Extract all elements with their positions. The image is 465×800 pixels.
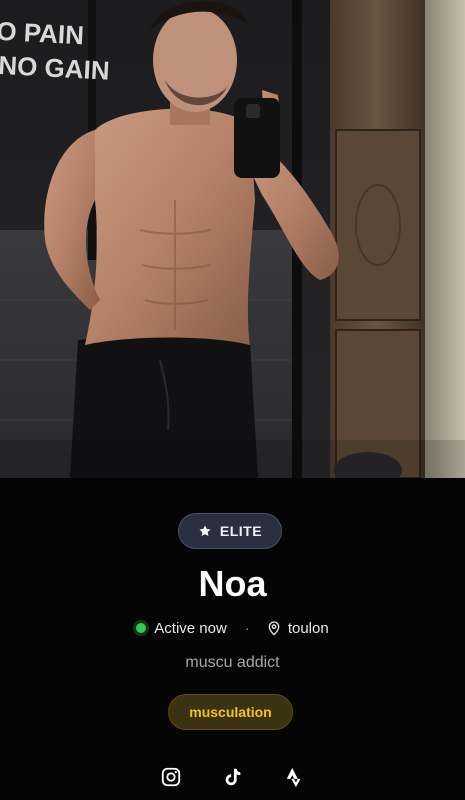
status-label: Active now [154, 619, 227, 637]
elite-badge: ELITE [178, 513, 282, 549]
profile-bio: muscu addict [185, 654, 280, 671]
star-icon [199, 525, 211, 537]
interest-tag[interactable]: musculation [168, 694, 293, 730]
map-pin-icon [268, 621, 280, 636]
profile-name: Noa [198, 563, 267, 604]
instagram-icon[interactable] [159, 765, 183, 789]
separator: · [244, 619, 250, 637]
social-links [0, 765, 465, 789]
strava-icon[interactable] [283, 765, 307, 789]
wall-text-line-1: O PAIN [0, 16, 85, 51]
tiktok-icon[interactable] [221, 765, 245, 789]
wall-text-line-2: NO GAIN [0, 50, 110, 86]
profile-photo: O PAIN NO GAIN [0, 0, 465, 478]
status-location-row: Active now · toulon [0, 617, 465, 639]
online-status-dot [136, 623, 147, 633]
badge-label: ELITE [219, 523, 263, 539]
location-label: toulon [287, 619, 329, 637]
